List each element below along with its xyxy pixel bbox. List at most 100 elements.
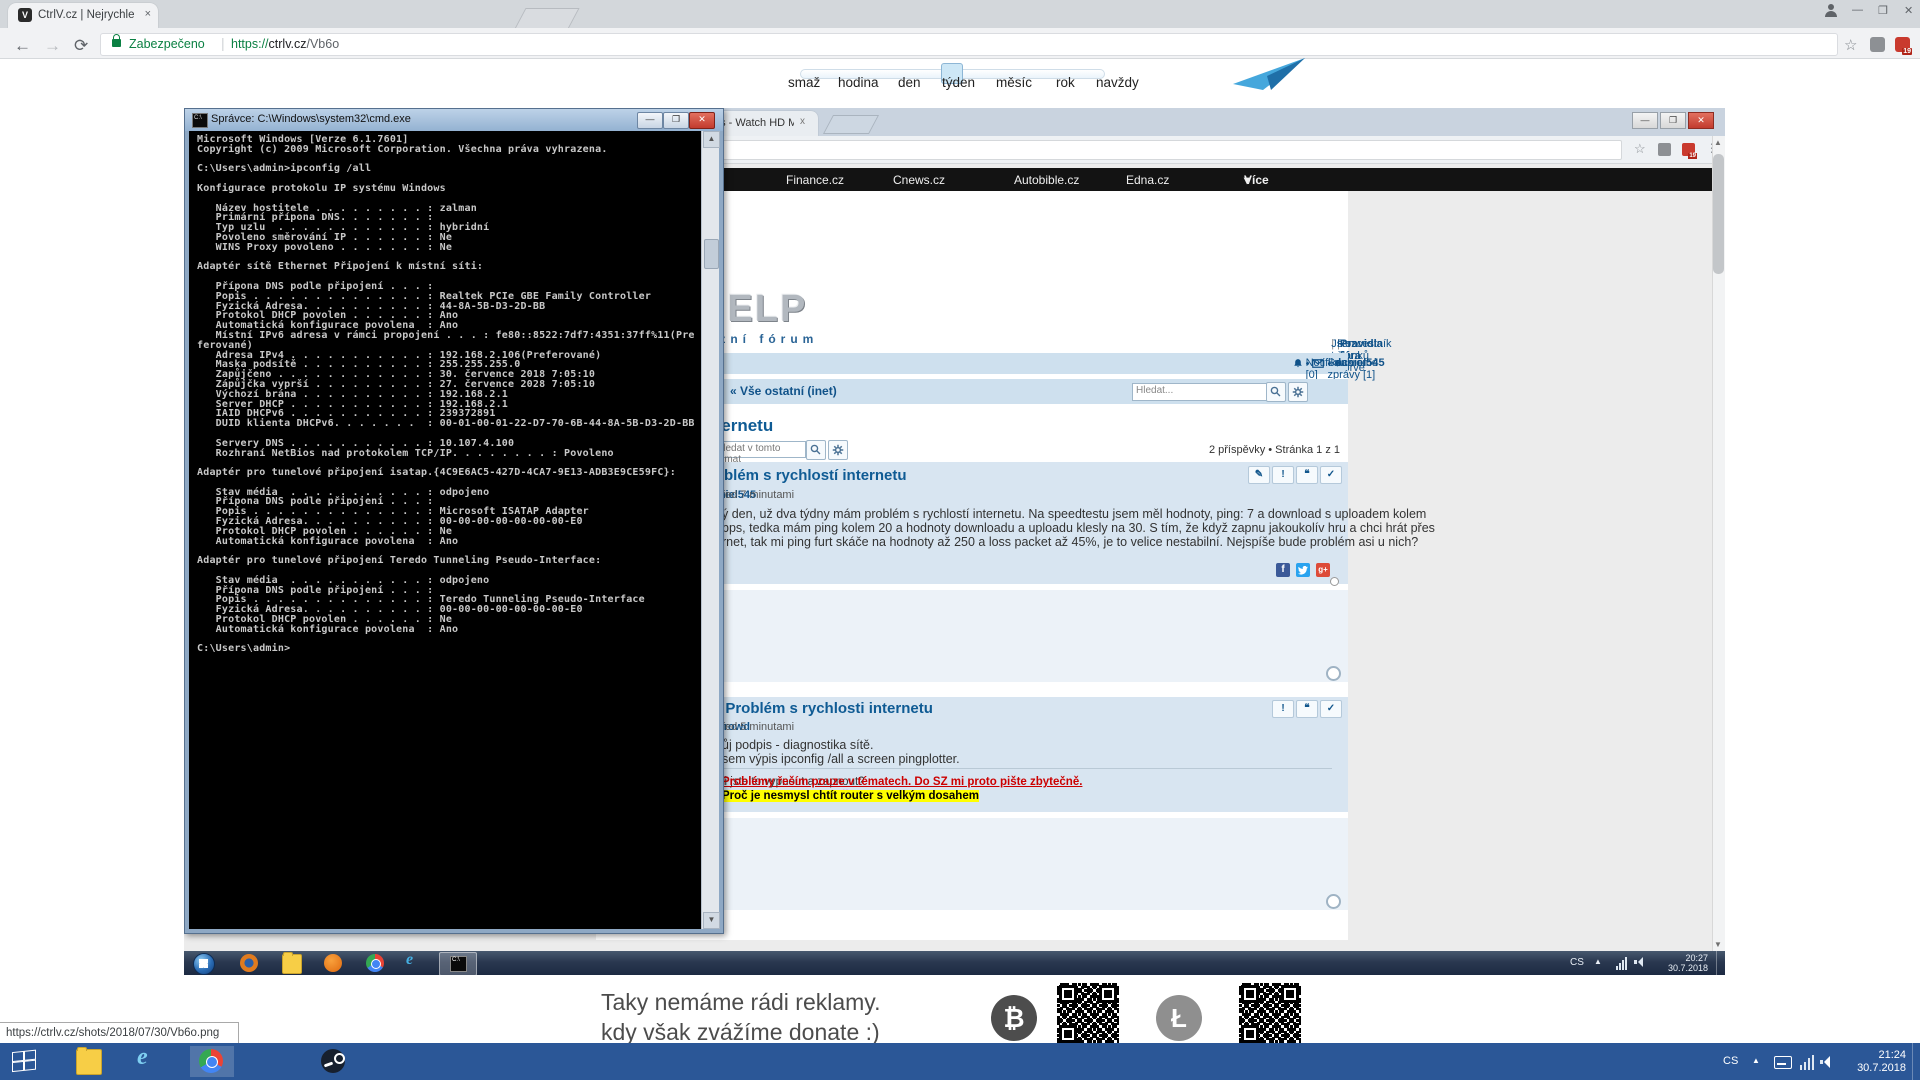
touch-keyboard-icon[interactable] xyxy=(1774,1056,1792,1069)
url-scheme: https:// xyxy=(231,37,269,51)
chrome-taskbar-icon[interactable] xyxy=(199,1049,223,1073)
browser-menu-icon[interactable]: ⋮ xyxy=(1916,35,1920,52)
speaker-icon[interactable] xyxy=(1824,1056,1830,1068)
clock-time: 21:24 xyxy=(1878,1049,1906,1061)
taskbar xyxy=(0,1043,1920,1080)
language-indicator[interactable]: CS xyxy=(1723,1055,1738,1067)
signature-divider xyxy=(722,768,1332,769)
nav-rok[interactable]: rok xyxy=(1056,75,1075,90)
chevron-down-icon: ▾ xyxy=(1244,173,1250,187)
facebook-share-icon: f xyxy=(1276,563,1290,577)
inner-speaker-icon xyxy=(1638,957,1643,967)
inner-adblock-icon: 19 xyxy=(1682,143,1695,156)
clock[interactable]: 21:24 30.7.2018 xyxy=(1848,1049,1906,1075)
start-button[interactable] xyxy=(12,1050,34,1072)
nav-smaz[interactable]: smaž xyxy=(788,75,820,90)
address-bar[interactable] xyxy=(100,33,1838,56)
cmd-taskbar-button-active xyxy=(439,952,477,975)
post-1-title-link: Problém s rychlostí internetu xyxy=(699,467,907,484)
cmd-scroll-up-icon: ▲ xyxy=(703,131,720,148)
file-explorer-icon[interactable] xyxy=(76,1049,102,1075)
nav-den[interactable]: den xyxy=(898,75,921,90)
extension-icon[interactable] xyxy=(1870,37,1885,52)
post-2-accept-button: ✓ xyxy=(1320,700,1342,718)
bookmark-star-icon[interactable]: ☆ xyxy=(1844,36,1857,54)
security-label: Zabezpečeno xyxy=(129,37,205,51)
breadcrumb: « Vše ostatní (inet) xyxy=(730,384,837,398)
nav-navzdy[interactable]: navždy xyxy=(1096,75,1139,90)
ctrlv-logo-icon xyxy=(1233,56,1307,92)
inner-window-close: ✕ xyxy=(1688,112,1714,129)
signature-link-router-dosah: Proč je nesmysl chtít router s velkým do… xyxy=(722,790,979,802)
post-count-pagination: 2 příspěvky • Stránka 1 z 1 xyxy=(1209,444,1340,456)
explorer-folder-icon xyxy=(282,954,302,974)
adblock-extension-icon[interactable]: 19 xyxy=(1895,37,1910,52)
inner-scrollbar-thumb xyxy=(1713,154,1724,274)
url-separator: | xyxy=(221,35,225,51)
bitcoin-icon: ₿ xyxy=(991,995,1037,1041)
cmd-scroll-down-icon: ▼ xyxy=(703,912,720,929)
steam-icon[interactable] xyxy=(321,1049,345,1073)
window-maximize-button[interactable]: ❐ xyxy=(1878,4,1888,17)
nav-tyden[interactable]: týden xyxy=(942,75,975,90)
cmd-close-button: ✕ xyxy=(689,112,715,129)
screenshot-image-link[interactable]: es - Watch HD M x — ❐ ✕ ☆ 19 ⋮ Finance.c… xyxy=(184,108,1725,975)
url-text: https://ctrlv.cz/Vb6o xyxy=(231,37,339,51)
bitcoin-qr-code xyxy=(1055,981,1121,1047)
search-settings-gear-icon xyxy=(1288,382,1308,402)
ad-text-line-2: kdy však zvážíme donate :) xyxy=(601,1019,880,1046)
site-nav-finance: Finance.cz xyxy=(786,173,844,187)
tray-expand-icon[interactable]: ▲ xyxy=(1752,1056,1760,1065)
internet-explorer-icon: e xyxy=(406,951,424,969)
reload-button[interactable]: ⟳ xyxy=(74,36,88,56)
post-2-quote-button: ❝ xyxy=(1296,700,1318,718)
topic-gear-icon xyxy=(828,440,848,460)
cmd-scrollbar: ▲ ▼ xyxy=(701,131,719,929)
forward-button[interactable]: → xyxy=(44,36,61,56)
signature-red-link: Problémy řeším pouze v tématech. Do SZ m… xyxy=(722,776,1082,788)
nav-mesic[interactable]: měsíc xyxy=(996,75,1032,90)
inner-show-desktop-button xyxy=(1716,951,1725,975)
secure-lock-icon xyxy=(112,39,121,47)
bell-icon xyxy=(1293,358,1303,369)
browser-tab-ctrlv[interactable]: V CtrlV.cz | Nejrychlejší Scre × xyxy=(8,3,158,28)
post-2-top-icon xyxy=(1326,894,1341,909)
inner-language-indicator: CS xyxy=(1570,957,1584,968)
tab-close-icon[interactable]: × xyxy=(145,8,151,20)
post-1-body-line-1: ý den, už dva týdny mám problém s rychlo… xyxy=(722,507,1426,521)
url-path: /Vb6o xyxy=(307,37,340,51)
forum-search-input: Hledat... xyxy=(1132,383,1270,401)
inner-start-orb xyxy=(193,953,215,975)
window-minimize-button[interactable]: — xyxy=(1852,4,1863,16)
inner-address-bar xyxy=(722,140,1622,160)
search-button xyxy=(1266,382,1286,402)
googleplus-share-icon: g+ xyxy=(1316,563,1330,577)
share-more-icon xyxy=(1330,577,1339,586)
show-desktop-button[interactable] xyxy=(1912,1043,1920,1080)
inner-tab-close-icon: x xyxy=(800,116,805,127)
post-2-body-line-2: sem výpis ipconfig /all a screen pingplo… xyxy=(722,752,960,766)
cmd-window: Správce: C:\Windows\system32\cmd.exe — ❐… xyxy=(184,108,724,934)
extension-badge: 19 xyxy=(1902,48,1912,55)
media-player-icon xyxy=(324,954,342,972)
cmd-icon xyxy=(192,113,208,128)
network-icon[interactable] xyxy=(1800,1054,1816,1070)
profile-icon[interactable] xyxy=(1824,3,1838,17)
cmd-output-text: Microsoft Windows [Verze 6.1.7601] Copyr… xyxy=(197,135,695,654)
internet-explorer-taskbar-icon[interactable]: e xyxy=(137,1044,161,1068)
twitter-share-icon xyxy=(1296,563,1310,577)
scroll-up-icon: ▲ xyxy=(1714,138,1722,147)
window-close-button[interactable]: ✕ xyxy=(1904,4,1913,17)
inner-extension-icon xyxy=(1658,143,1671,156)
post-1-body-line-3: rnet, tak mi ping furt skáče na hodnoty … xyxy=(722,535,1418,549)
inner-clock: 20:27 30.7.2018 xyxy=(1656,953,1708,973)
site-nav-autobible: Autobible.cz xyxy=(1014,173,1079,187)
inner-bookmark-star-icon: ☆ xyxy=(1634,141,1646,157)
back-button[interactable]: ← xyxy=(14,36,31,56)
post-quote-button: ❝ xyxy=(1296,466,1318,484)
nav-hodina[interactable]: hodina xyxy=(838,75,879,90)
inner-window-minimize: — xyxy=(1632,112,1658,129)
inner-tray-expand-icon: ▲ xyxy=(1594,957,1602,966)
new-tab-button[interactable] xyxy=(514,8,579,29)
site-nav-edna: Edna.cz xyxy=(1126,173,1169,187)
